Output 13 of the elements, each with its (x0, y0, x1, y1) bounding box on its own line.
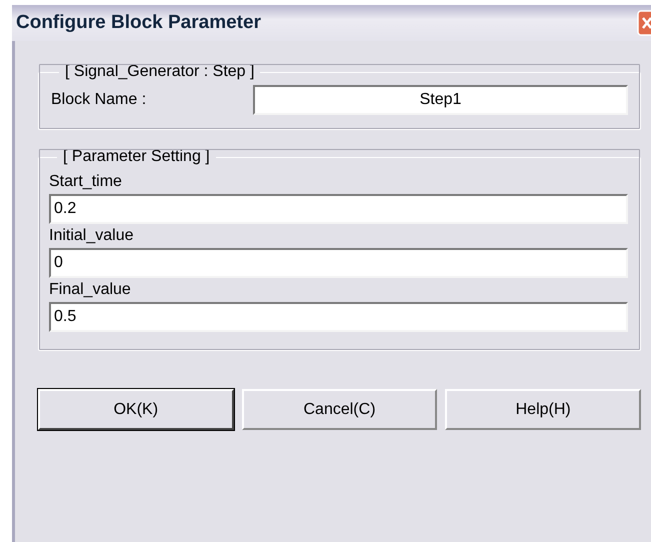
parameter-field[interactable]: 0.5 (49, 302, 628, 332)
parameter-field[interactable]: 0 (49, 248, 628, 278)
close-icon[interactable] (637, 10, 651, 36)
dialog-button[interactable]: Help(H) (445, 389, 642, 430)
parameter-label: Start_time (49, 173, 123, 191)
dialog-button[interactable]: Cancel(C) (242, 389, 438, 430)
window-title: Configure Block Parameter (16, 12, 261, 34)
dialog-button[interactable]: OK(K) (38, 389, 234, 430)
parameter-field[interactable]: 0.2 (49, 194, 628, 224)
parameter-label: Initial_value (49, 227, 134, 245)
block-name-label: Block Name : (51, 91, 148, 109)
block-name-field[interactable]: Step1 (253, 85, 628, 115)
parameter-label: Final_value (49, 281, 132, 299)
